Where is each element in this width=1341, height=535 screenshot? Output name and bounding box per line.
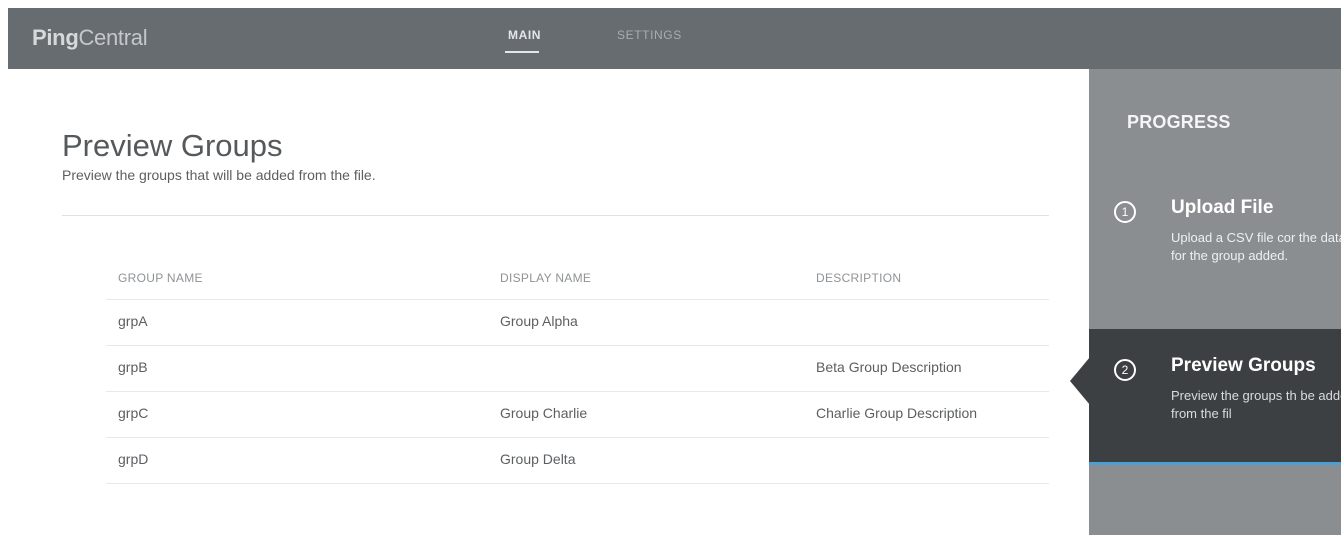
tab-settings[interactable]: SETTINGS xyxy=(617,28,682,42)
progress-panel-footer xyxy=(1089,465,1341,535)
groups-preview-table: GROUP NAME DISPLAY NAME DESCRIPTION grpA… xyxy=(106,256,1049,484)
tab-main[interactable]: MAIN xyxy=(508,28,541,42)
section-divider xyxy=(62,215,1049,216)
group-name-cell: grpB xyxy=(118,359,148,375)
step-title: Upload File xyxy=(1171,197,1274,218)
progress-title: PROGRESS xyxy=(1127,112,1231,132)
top-navigation-bar: PingCentral MAIN SETTINGS xyxy=(8,8,1341,69)
app-window: PingCentral MAIN SETTINGS Preview Groups… xyxy=(8,8,1341,535)
display-name-cell: Group Delta xyxy=(500,451,576,467)
description-cell: Beta Group Description xyxy=(816,359,962,375)
display-name-cell: Group Charlie xyxy=(500,405,588,421)
main-content: Preview Groups Preview the groups that w… xyxy=(8,69,1089,535)
step-number-icon: 2 xyxy=(1114,359,1136,381)
active-tab-underline xyxy=(505,51,539,53)
table-row: grpD Group Delta xyxy=(106,438,1049,484)
group-name-cell: grpC xyxy=(118,405,149,421)
table-row: grpB Beta Group Description xyxy=(106,346,1049,392)
header-display-name: DISPLAY NAME xyxy=(500,271,592,285)
pingcentral-logo[interactable]: PingCentral xyxy=(32,25,148,51)
progress-step-upload-file[interactable]: 1 Upload File Upload a CSV file cor the … xyxy=(1089,189,1341,329)
table-header-row: GROUP NAME DISPLAY NAME DESCRIPTION xyxy=(106,256,1049,300)
progress-panel: PROGRESS 1 Upload File Upload a CSV file… xyxy=(1089,69,1341,535)
description-cell: Charlie Group Description xyxy=(816,405,978,421)
header-group-name: GROUP NAME xyxy=(118,271,203,285)
logo-bold-text: Ping xyxy=(32,25,79,50)
step-description: Upload a CSV file cor the data for the g… xyxy=(1171,230,1341,263)
group-name-cell: grpD xyxy=(118,451,149,467)
page-title: Preview Groups xyxy=(62,127,283,163)
table-row: grpC Group Charlie Charlie Group Descrip… xyxy=(106,392,1049,438)
display-name-cell: Group Alpha xyxy=(500,313,578,329)
step-description: Preview the groups th be added from the … xyxy=(1171,388,1341,421)
header-description: DESCRIPTION xyxy=(816,271,902,285)
progress-step-preview-groups[interactable]: 2 Preview Groups Preview the groups th b… xyxy=(1089,329,1341,465)
page-subtitle: Preview the groups that will be added fr… xyxy=(62,167,376,183)
step-title: Preview Groups xyxy=(1171,355,1316,376)
group-name-cell: grpA xyxy=(118,313,148,329)
logo-regular-text: Central xyxy=(78,25,148,50)
active-step-pointer xyxy=(1070,357,1090,405)
table-row: grpA Group Alpha xyxy=(106,300,1049,346)
step-number-icon: 1 xyxy=(1114,201,1136,223)
